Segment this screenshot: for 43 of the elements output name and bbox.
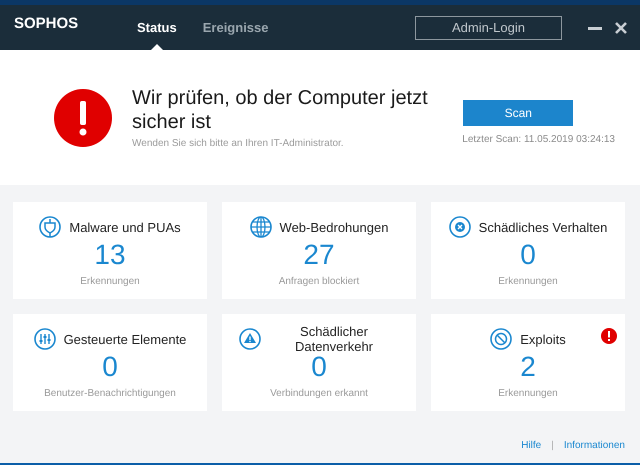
card-title: Web-Bedrohungen	[280, 220, 388, 234]
scan-button[interactable]: Scan	[463, 100, 574, 126]
status-card[interactable]: Schädliches Verhalten 0 Erkennungen	[431, 202, 625, 299]
error-icon	[54, 88, 112, 146]
card-title: Malware und PUAs	[69, 220, 181, 234]
admin-login-button[interactable]: Admin-Login	[415, 16, 562, 40]
status-card[interactable]: Schädlicher Datenverkehr 0 Verbindungen erkannt	[222, 314, 416, 411]
count: 27	[303, 240, 335, 270]
info-link[interactable]: Informationen	[564, 440, 625, 451]
status-subtitle: Wenden Sie sich bitte an Ihren IT-Administrator.	[132, 138, 345, 149]
last-scan-text: Letzter Scan: 11.05.2019 03:24:13	[462, 134, 615, 145]
shield-icon	[39, 216, 62, 238]
card-caption: Anfragen blockiert	[278, 276, 360, 287]
sliders-icon	[34, 328, 56, 350]
help-link[interactable]: Hilfe	[521, 440, 542, 451]
tab[interactable]: Ereignisse	[194, 5, 276, 50]
x-circle-icon	[448, 216, 471, 238]
status-card[interactable]: Web-Bedrohungen 27 Anfragen blockiert	[222, 202, 416, 299]
status-card[interactable]: Malware und PUAs 13 Erkennungen	[13, 202, 207, 299]
logo: SOPHOS	[14, 15, 80, 32]
separator-text: |	[551, 440, 554, 451]
globe-icon	[250, 216, 272, 238]
count: 2	[520, 352, 536, 382]
card-caption: Benutzer-Benachrichtigungen	[44, 388, 176, 399]
count: 0	[102, 352, 118, 382]
card-title: Exploits	[520, 332, 566, 346]
status-card[interactable]: Exploits 2 Erkennungen	[431, 314, 625, 411]
count: 0	[311, 352, 327, 382]
card-caption: Erkennungen	[80, 276, 140, 287]
close-icon[interactable]	[614, 20, 628, 34]
card-caption: Erkennungen	[498, 388, 558, 399]
card-title: Schädliches Verhalten	[478, 220, 608, 234]
tab[interactable]: Status	[129, 5, 185, 50]
status-title: Wir prüfen, ob der Computer jetzt sicher ist	[132, 86, 429, 134]
card-title: Gesteuerte Elemente	[64, 332, 186, 346]
warning-icon	[239, 328, 261, 350]
status-card[interactable]: Gesteuerte Elemente 0 Benutzer-Benachrichtigungen	[13, 314, 207, 411]
count: 0	[520, 240, 536, 270]
card-caption: Erkennungen	[498, 276, 558, 287]
count: 13	[94, 240, 126, 270]
card-caption: Verbindungen erkannt	[270, 388, 368, 399]
block-icon	[490, 328, 512, 350]
card-title: Schädlicher Datenverkehr	[294, 324, 374, 354]
